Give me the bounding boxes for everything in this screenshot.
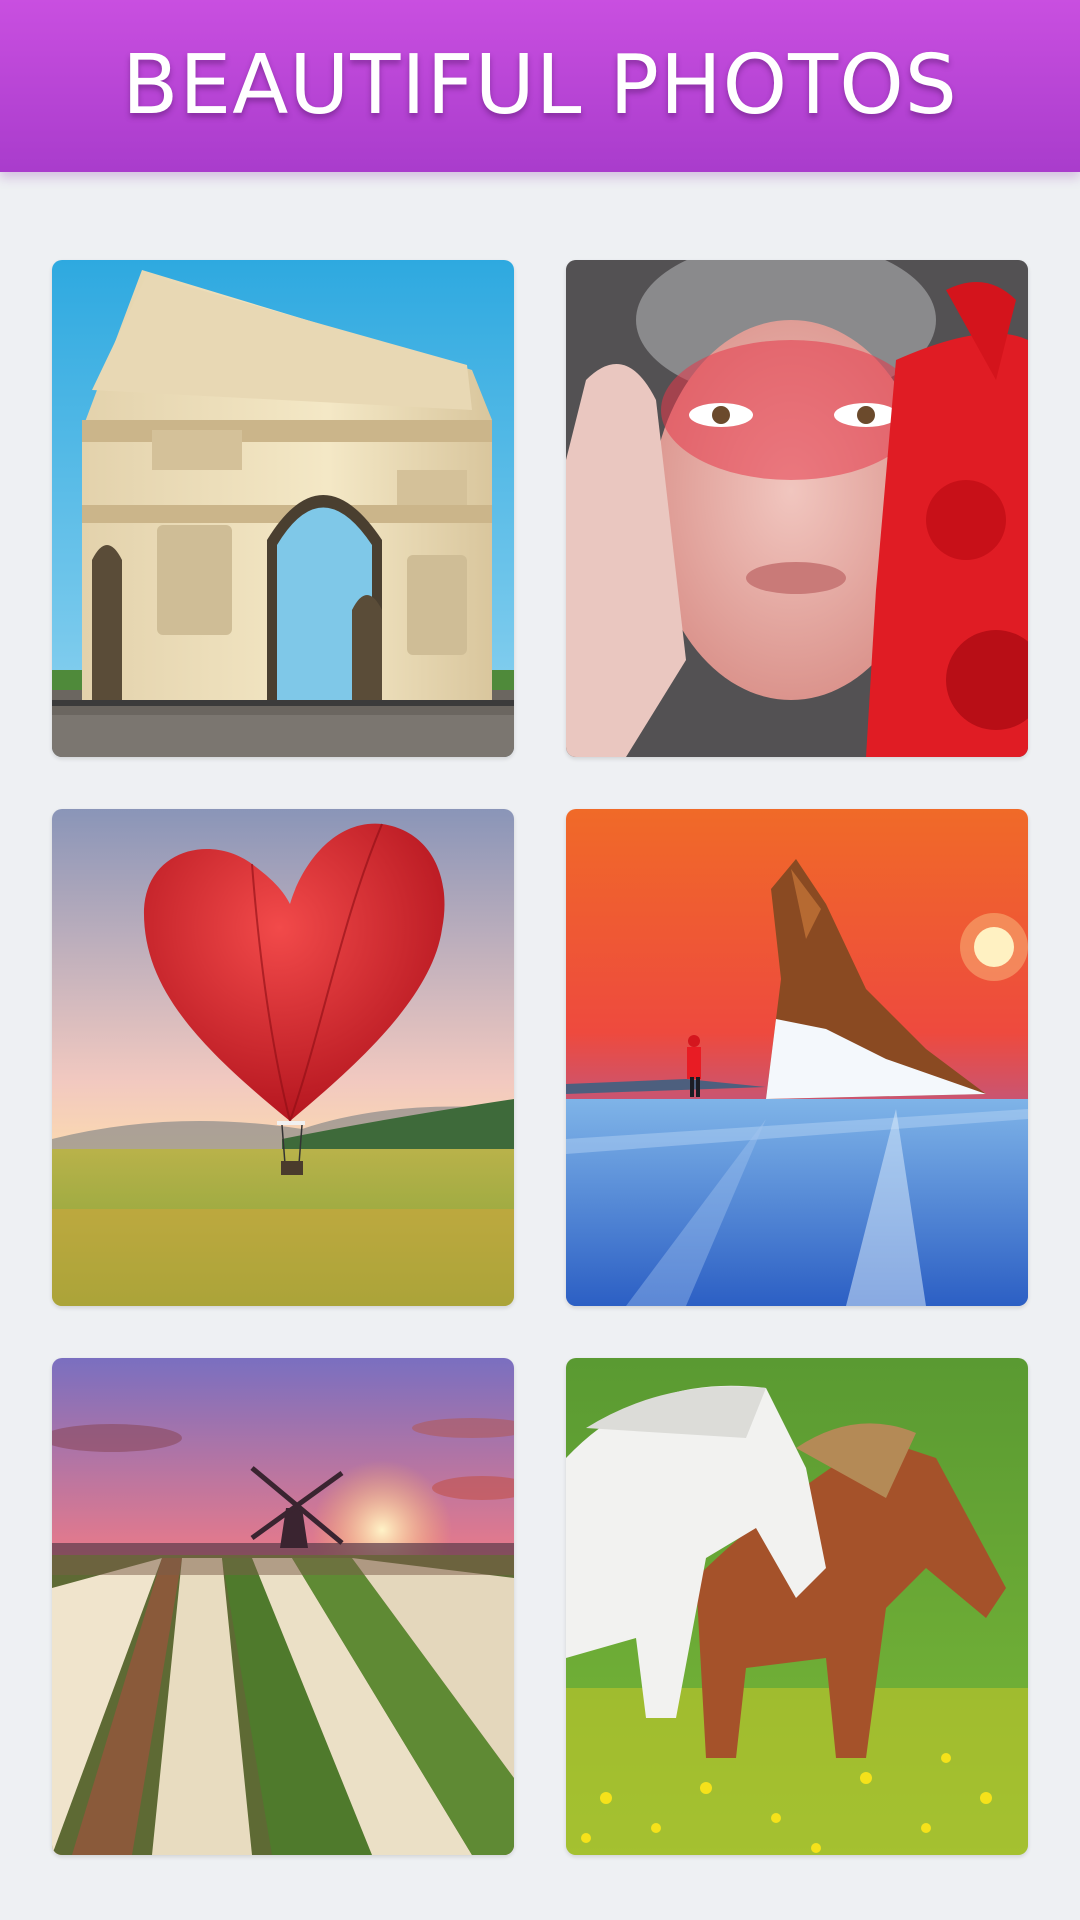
portrait-photo [566, 260, 1028, 757]
windmill-photo [52, 1358, 514, 1855]
photo-tile-portrait[interactable] [566, 260, 1028, 757]
photo-tile-balloon[interactable] [52, 809, 514, 1306]
page-title: BEAUTIFUL PHOTOS [122, 38, 958, 133]
horses-photo [566, 1358, 1028, 1855]
photo-grid [52, 260, 1028, 1855]
photo-tile-windmill[interactable] [52, 1358, 514, 1855]
photo-tile-horses[interactable] [566, 1358, 1028, 1855]
photo-tile-arc-de-triomphe[interactable] [52, 260, 514, 757]
header-banner: BEAUTIFUL PHOTOS [0, 0, 1080, 172]
ice-rock-photo [566, 809, 1028, 1306]
balloon-photo [52, 809, 514, 1306]
photo-tile-ice-rock[interactable] [566, 809, 1028, 1306]
arc-de-triomphe-photo [52, 260, 514, 757]
